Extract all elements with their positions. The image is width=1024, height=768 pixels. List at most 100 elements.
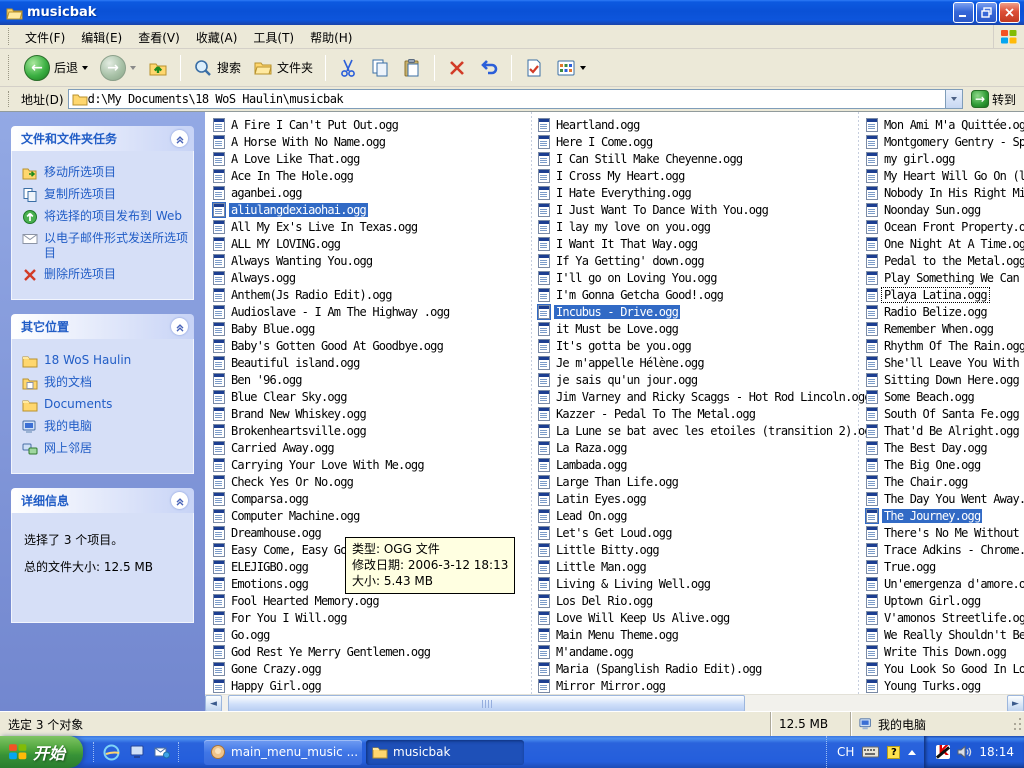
file-item[interactable]: Mirror Mirror.ogg <box>538 677 854 694</box>
file-item[interactable]: Latin Eyes.ogg <box>538 490 854 507</box>
file-item[interactable]: That'd Be Alright.ogg <box>866 422 1024 439</box>
file-item[interactable]: Audioslave - I Am The Highway .ogg <box>213 303 529 320</box>
file-item[interactable]: La Lune se bat avec les etoiles (transit… <box>538 422 854 439</box>
file-item[interactable]: I'm Gonna Getcha Good!.ogg <box>538 286 854 303</box>
file-item[interactable]: my girl.ogg <box>866 150 1024 167</box>
file-item[interactable]: Nobody In His Right Mind <box>866 184 1024 201</box>
cut-button[interactable] <box>333 56 363 80</box>
menu-item-5[interactable]: 帮助(H) <box>302 28 360 48</box>
file-item[interactable]: My Heart Will Go On (lov <box>866 167 1024 184</box>
file-item[interactable]: Computer Machine.ogg <box>213 507 529 524</box>
file-item[interactable]: Los Del Rio.ogg <box>538 592 854 609</box>
taskbar-task-2[interactable]: musicbak <box>366 740 524 765</box>
file-item[interactable]: Little Man.ogg <box>538 558 854 575</box>
toolbar-grip[interactable] <box>8 28 11 44</box>
go-button[interactable]: → 转到 <box>967 90 1020 108</box>
task-item[interactable]: 删除所选项目 <box>22 267 189 283</box>
search-button[interactable]: 搜索 <box>188 56 246 80</box>
keyboard-icon[interactable] <box>862 746 879 758</box>
file-item[interactable]: A Love Like That.ogg <box>213 150 529 167</box>
file-item[interactable]: Beautiful island.ogg <box>213 354 529 371</box>
place-item[interactable]: 网上邻居 <box>22 441 189 457</box>
file-item[interactable]: Here I Come.ogg <box>538 133 854 150</box>
minimize-button[interactable] <box>953 2 974 23</box>
task-item[interactable]: 以电子邮件形式发送所选项目 <box>22 231 189 261</box>
file-item[interactable]: Comparsa.ogg <box>213 490 529 507</box>
kaspersky-icon[interactable]: K <box>936 745 950 759</box>
file-item[interactable]: A Fire I Can't Put Out.ogg <box>213 116 529 133</box>
file-item[interactable]: Play Something We Can Da <box>866 269 1024 286</box>
place-item[interactable]: 18 WoS Haulin <box>22 353 189 369</box>
file-item[interactable]: Go.ogg <box>213 626 529 643</box>
file-item[interactable]: She'll Leave You With A <box>866 354 1024 371</box>
file-item[interactable]: Blue Clear Sky.ogg <box>213 388 529 405</box>
file-item[interactable]: Little Bitty.ogg <box>538 541 854 558</box>
menu-item-4[interactable]: 工具(T) <box>245 28 302 48</box>
file-item[interactable]: I Can Still Make Cheyenne.ogg <box>538 150 854 167</box>
scroll-left-button[interactable]: ◄ <box>205 695 222 712</box>
file-item[interactable]: Radio Belize.ogg <box>866 303 1024 320</box>
back-dropdown-icon[interactable] <box>82 66 88 70</box>
paste-button[interactable] <box>397 56 427 80</box>
hide-icons-chevron-icon[interactable] <box>908 750 916 755</box>
forward-dropdown-icon[interactable] <box>130 66 136 70</box>
file-item[interactable]: La Raza.ogg <box>538 439 854 456</box>
messenger-icon[interactable] <box>128 744 145 761</box>
address-dropdown-button[interactable] <box>945 90 962 108</box>
task-item[interactable]: 复制所选项目 <box>22 187 189 203</box>
start-button[interactable]: 开始 <box>0 736 83 768</box>
file-item[interactable]: Let's Get Loud.ogg <box>538 524 854 541</box>
place-item[interactable]: Documents <box>22 397 189 413</box>
file-item[interactable]: Rhythm Of The Rain.ogg <box>866 337 1024 354</box>
place-item[interactable]: 我的电脑 <box>22 419 189 435</box>
forward-button[interactable]: → <box>95 53 141 83</box>
file-item[interactable]: It's gotta be you.ogg <box>538 337 854 354</box>
file-item[interactable]: Check Yes Or No.ogg <box>213 473 529 490</box>
copy-button[interactable] <box>365 56 395 80</box>
file-item[interactable]: Ace In The Hole.ogg <box>213 167 529 184</box>
file-item[interactable]: V'amonos Streetlife.ogg <box>866 609 1024 626</box>
file-item[interactable]: Mon Ami M'a Quittée.ogg <box>866 116 1024 133</box>
file-item[interactable]: Incubus - Drive.ogg <box>538 303 854 320</box>
help-icon[interactable]: ? <box>887 746 900 759</box>
file-item[interactable]: Main Menu Theme.ogg <box>538 626 854 643</box>
file-item[interactable]: Baby's Gotten Good At Goodbye.ogg <box>213 337 529 354</box>
language-indicator[interactable]: CH <box>837 745 854 759</box>
file-item[interactable]: Uptown Girl.ogg <box>866 592 1024 609</box>
file-item[interactable]: Jim Varney and Ricky Scaggs - Hot Rod Li… <box>538 388 854 405</box>
file-item[interactable]: South Of Santa Fe.ogg <box>866 405 1024 422</box>
toolbar-grip[interactable] <box>8 91 11 108</box>
file-item[interactable]: Montgomery Gentry - Spee <box>866 133 1024 150</box>
task-item[interactable]: 移动所选项目 <box>22 165 189 181</box>
file-item[interactable]: Some Beach.ogg <box>866 388 1024 405</box>
file-item[interactable]: Noonday Sun.ogg <box>866 201 1024 218</box>
horizontal-scrollbar[interactable]: ◄ ► <box>205 694 1024 711</box>
file-item[interactable]: Playa Latina.ogg <box>866 286 1024 303</box>
file-item[interactable]: I lay my love on you.ogg <box>538 218 854 235</box>
file-item[interactable]: Write This Down.ogg <box>866 643 1024 660</box>
file-item[interactable]: Heartland.ogg <box>538 116 854 133</box>
file-item[interactable]: Carried Away.ogg <box>213 439 529 456</box>
close-button[interactable] <box>999 2 1020 23</box>
file-item[interactable]: Baby Blue.ogg <box>213 320 529 337</box>
file-item[interactable]: Je m'appelle Hélène.ogg <box>538 354 854 371</box>
scroll-right-button[interactable]: ► <box>1007 695 1024 712</box>
file-item[interactable]: Living & Living Well.ogg <box>538 575 854 592</box>
toolbar-grip[interactable] <box>8 55 11 81</box>
taskbar-task-1[interactable]: main_menu_music ... <box>204 740 362 765</box>
file-item[interactable]: Large Than Life.ogg <box>538 473 854 490</box>
menu-item-1[interactable]: 编辑(E) <box>73 28 130 48</box>
taskbar-grip[interactable] <box>178 742 180 761</box>
file-item[interactable]: One Night At A Time.ogg <box>866 235 1024 252</box>
file-item[interactable]: True.ogg <box>866 558 1024 575</box>
file-item[interactable]: The Journey.ogg <box>866 507 1024 524</box>
taskbar-clock[interactable]: 18:14 <box>979 745 1014 759</box>
file-item[interactable]: Always Wanting You.ogg <box>213 252 529 269</box>
ie-icon[interactable] <box>103 744 120 761</box>
file-item[interactable]: Always.ogg <box>213 269 529 286</box>
file-item[interactable]: The Chair.ogg <box>866 473 1024 490</box>
up-button[interactable] <box>143 56 173 80</box>
file-item[interactable]: Love Will Keep Us Alive.ogg <box>538 609 854 626</box>
file-item[interactable]: Brand New Whiskey.ogg <box>213 405 529 422</box>
file-item[interactable]: You Look So Good In Love <box>866 660 1024 677</box>
